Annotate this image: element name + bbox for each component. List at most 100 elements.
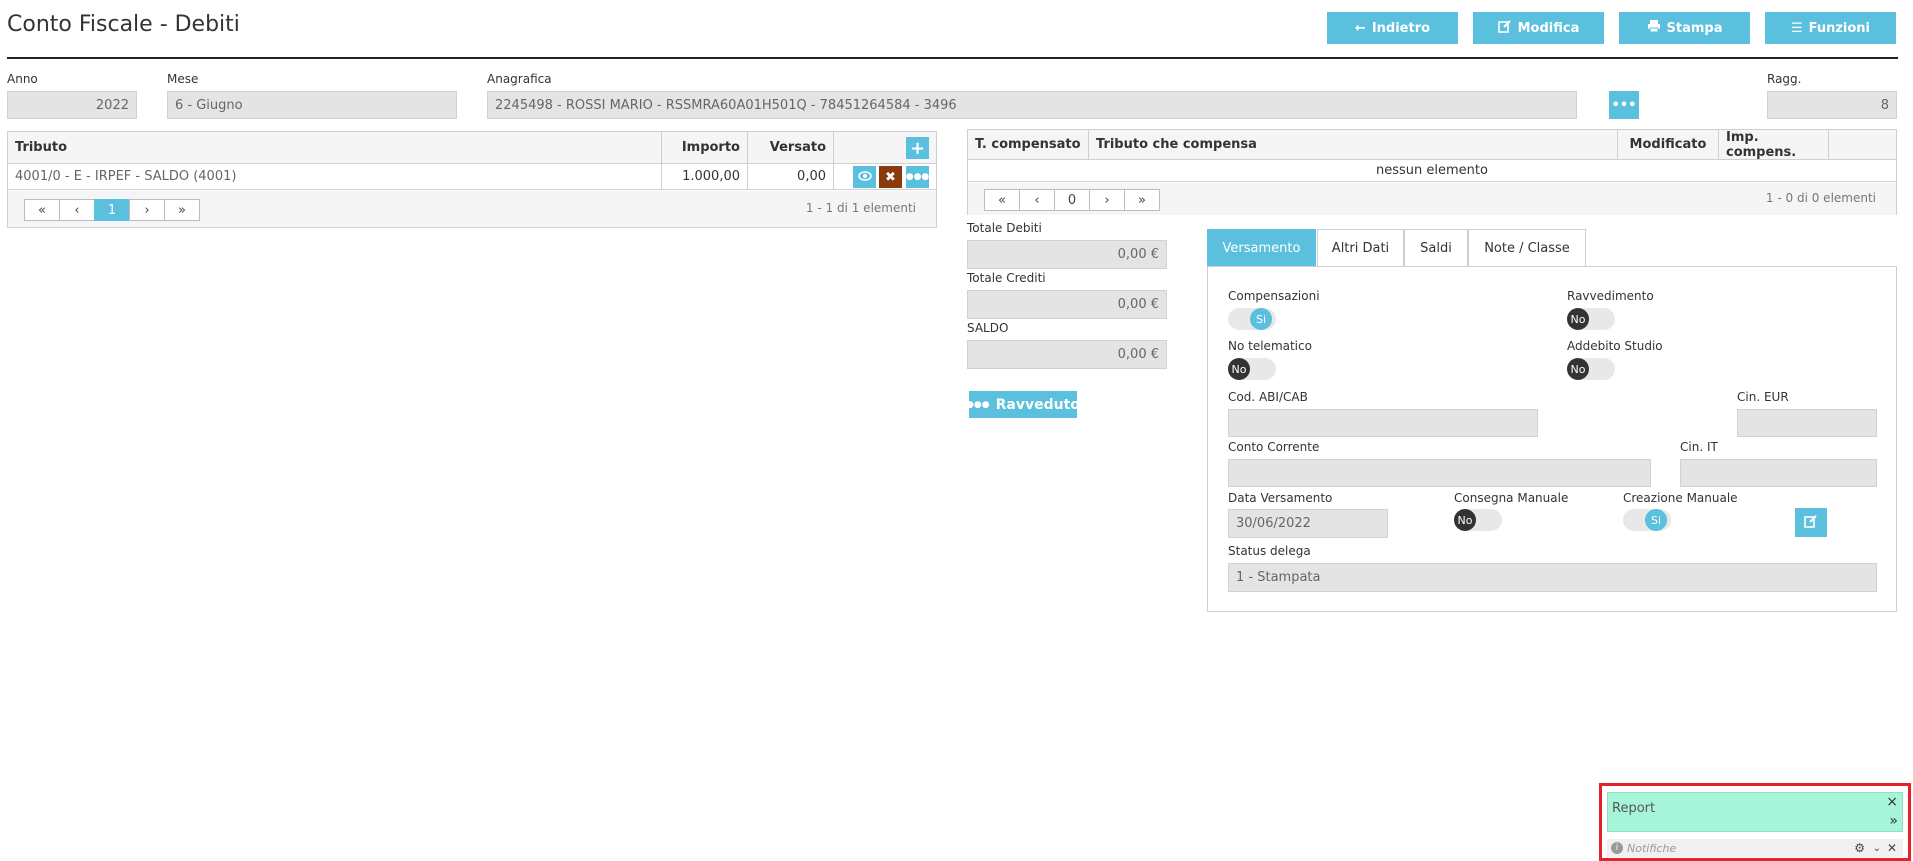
page-title: Conto Fiscale - Debiti (7, 12, 240, 37)
pager-first[interactable]: « (24, 199, 60, 221)
add-row-button[interactable]: + (906, 137, 929, 159)
status-delega-label: Status delega (1228, 544, 1311, 558)
cin-eur-label: Cin. EUR (1737, 390, 1789, 404)
versamento-panel: Compensazioni Si Ravvedimento No No tele… (1207, 266, 1897, 612)
anagrafica-label: Anagrafica (487, 72, 552, 86)
printer-icon (1647, 19, 1661, 37)
close-icon[interactable]: × (1886, 794, 1898, 810)
anno-field[interactable]: 2022 (7, 91, 137, 119)
totale-debiti-label: Totale Debiti (967, 221, 1042, 235)
edit-icon (1804, 514, 1818, 532)
tab-altri-dati[interactable]: Altri Dati (1317, 229, 1404, 266)
consegna-manuale-toggle[interactable]: No (1454, 509, 1502, 531)
toggle-knob: Si (1645, 509, 1667, 531)
header-divider (7, 57, 1898, 59)
toggle-knob: No (1454, 509, 1476, 531)
eye-icon (857, 170, 872, 185)
gear-icon[interactable]: ⚙ (1854, 841, 1865, 855)
totale-crediti-label: Totale Crediti (967, 271, 1046, 285)
consegna-manuale-label: Consegna Manuale (1454, 491, 1569, 505)
report-title: Report (1612, 801, 1656, 816)
debiti-table-header: Tributo Importo Versato + (8, 132, 936, 164)
print-button[interactable]: Stampa (1619, 12, 1750, 44)
notifications-bar: i Notifiche ⚙ ⌄ ✕ (1607, 839, 1903, 857)
plus-icon: + (909, 137, 926, 159)
compensa-table-header: T. compensato Tributo che compensa Modif… (968, 130, 1896, 160)
addebito-studio-label: Addebito Studio (1567, 339, 1663, 353)
mese-label: Mese (167, 72, 199, 86)
arrow-left-icon: ← (1354, 20, 1366, 36)
no-telematico-label: No telematico (1228, 339, 1312, 353)
table-row[interactable]: 4001/0 - E - IRPEF - SALDO (4001) 1.000,… (8, 164, 936, 190)
view-row-button[interactable] (853, 166, 876, 188)
ragg-label: Ragg. (1767, 72, 1802, 86)
empty-message: nessun elemento (968, 160, 1896, 182)
chevron-down-icon[interactable]: ⌄ (1873, 843, 1881, 854)
cod-abi-cab-label: Cod. ABI/CAB (1228, 390, 1308, 404)
row-more-button[interactable]: ●●● (906, 166, 929, 188)
pager-next[interactable]: › (1089, 189, 1125, 211)
edit-button[interactable]: Modifica (1473, 12, 1604, 44)
debiti-pager: « ‹ 1 › » 1 - 1 di 1 elementi (8, 191, 936, 227)
creazione-manuale-label: Creazione Manuale (1623, 491, 1738, 505)
compensa-table: T. compensato Tributo che compensa Modif… (967, 129, 1897, 215)
creazione-manuale-toggle[interactable]: Si (1623, 509, 1671, 531)
ellipsis-icon: ••• (1611, 97, 1637, 113)
addebito-studio-toggle[interactable]: No (1567, 358, 1615, 380)
pager-first[interactable]: « (984, 189, 1020, 211)
pager-page[interactable]: 0 (1054, 189, 1090, 211)
pager-info: 1 - 1 di 1 elementi (805, 201, 916, 215)
cin-eur-field[interactable] (1737, 409, 1877, 437)
menu-icon: ☰ (1790, 20, 1803, 36)
tab-saldi[interactable]: Saldi (1404, 229, 1468, 266)
cod-abi-cab-field[interactable] (1228, 409, 1538, 437)
tab-versamento[interactable]: Versamento (1207, 229, 1316, 266)
close-icon[interactable]: ✕ (1887, 841, 1897, 855)
col-modificato[interactable]: Modificato (1618, 130, 1719, 159)
report-box[interactable]: Report × » (1607, 792, 1903, 832)
expand-icon[interactable]: » (1889, 813, 1898, 829)
functions-button[interactable]: ☰ Funzioni (1765, 12, 1896, 44)
totale-crediti-field: 0,00 € (967, 290, 1167, 319)
compensazioni-toggle[interactable]: Si (1228, 308, 1276, 330)
close-icon: ✖ (885, 169, 896, 185)
pager-page[interactable]: 1 (94, 199, 130, 221)
anno-label: Anno (7, 72, 38, 86)
ravvedimento-toggle[interactable]: No (1567, 308, 1615, 330)
pager-next[interactable]: › (129, 199, 165, 221)
toggle-knob: No (1228, 358, 1250, 380)
conto-corrente-field[interactable] (1228, 459, 1651, 487)
col-tributo-compensa[interactable]: Tributo che compensa (1089, 130, 1618, 159)
data-versamento-field[interactable]: 30/06/2022 (1228, 509, 1388, 538)
pager-prev[interactable]: ‹ (1019, 189, 1055, 211)
col-imp-compens[interactable]: Imp. compens. (1719, 130, 1829, 160)
edit-delega-button[interactable] (1795, 508, 1827, 537)
cin-it-label: Cin. IT (1680, 440, 1718, 454)
back-button[interactable]: ← Indietro (1327, 12, 1458, 44)
col-importo[interactable]: Importo (662, 132, 748, 163)
ellipsis-icon: ●●● (966, 399, 990, 410)
tab-note-classe[interactable]: Note / Classe (1468, 229, 1586, 266)
info-icon: i (1611, 842, 1623, 854)
pager-prev[interactable]: ‹ (59, 199, 95, 221)
ravveduto-button[interactable]: ●●● Ravveduto (966, 391, 1080, 418)
ragg-field[interactable]: 8 (1767, 91, 1897, 119)
cin-it-field[interactable] (1680, 459, 1877, 487)
no-telematico-toggle[interactable]: No (1228, 358, 1276, 380)
pager-last[interactable]: » (164, 199, 200, 221)
edit-icon (1497, 19, 1512, 37)
toggle-knob: No (1567, 308, 1589, 330)
pager-last[interactable]: » (1124, 189, 1160, 211)
ellipsis-icon: ●●● (905, 172, 930, 182)
report-widget: Report × » i Notifiche ⚙ ⌄ ✕ (1599, 783, 1911, 861)
anagrafica-field[interactable]: 2245498 - ROSSI MARIO - RSSMRA60A01H501Q… (487, 91, 1577, 119)
col-t-compensato[interactable]: T. compensato (968, 130, 1089, 159)
status-delega-field[interactable]: 1 - Stampata (1228, 563, 1877, 592)
mese-field[interactable]: 6 - Giugno (167, 91, 457, 119)
delete-row-button[interactable]: ✖ (879, 166, 902, 188)
col-versato[interactable]: Versato (748, 132, 834, 163)
anagrafica-more-button[interactable]: ••• (1609, 91, 1639, 119)
ravvedimento-label: Ravvedimento (1567, 289, 1654, 303)
col-tributo[interactable]: Tributo (8, 132, 662, 163)
data-versamento-label: Data Versamento (1228, 491, 1333, 505)
